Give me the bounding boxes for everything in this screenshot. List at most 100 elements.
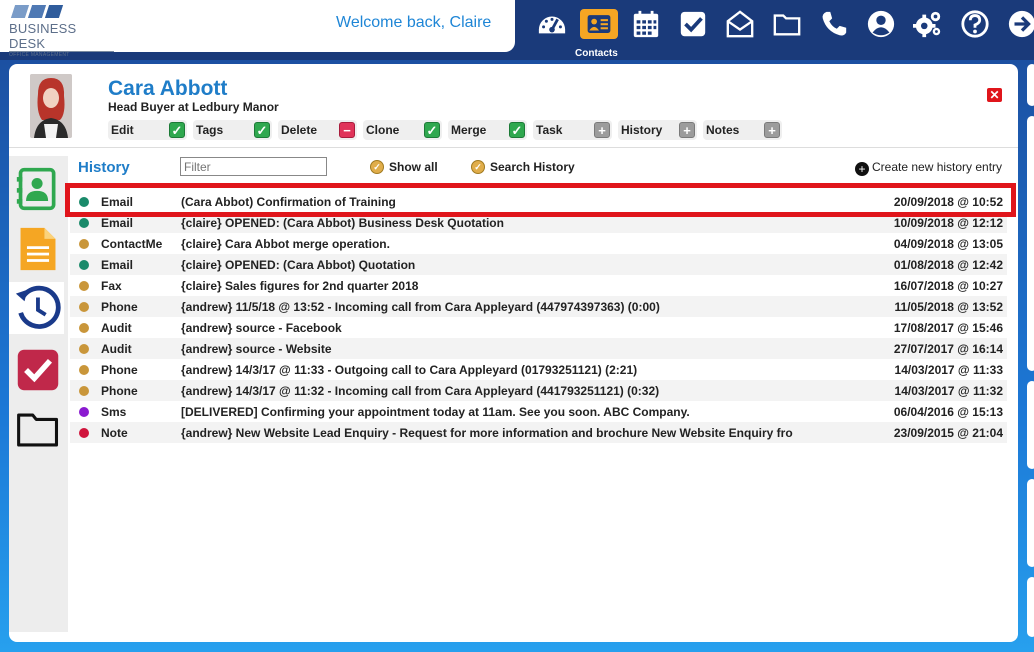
document-icon [20, 227, 56, 271]
row-date: 14/03/2017 @ 11:32 [894, 383, 1003, 398]
table-row[interactable]: Email (Cara Abbot) Confirmation of Traini… [70, 191, 1007, 212]
contact-card-icon [16, 167, 56, 211]
create-history-entry-button[interactable]: + Create new history entry [855, 157, 1002, 176]
show-all-option[interactable]: ✓ Show all [370, 160, 438, 174]
table-row[interactable]: ContactMerge {claire} Cara Abbot merge op… [70, 233, 1007, 254]
files-nav-button[interactable] [763, 4, 810, 44]
table-row[interactable]: Fax {claire} Sales figures for 2nd quarte… [70, 275, 1007, 296]
right-edge-panel [1027, 479, 1034, 567]
sidebar-tasks[interactable] [13, 344, 63, 396]
sidebar-contact-details[interactable] [13, 163, 63, 215]
table-row[interactable]: Phone {andrew} 14/3/17 @ 11:32 - Incoming… [70, 380, 1007, 401]
row-type: Phone [101, 299, 138, 314]
status-dot [79, 406, 89, 417]
status-dot [79, 280, 89, 291]
row-type: Audit [101, 320, 132, 335]
plus-icon: + [594, 122, 610, 138]
phone-nav-button[interactable] [810, 4, 857, 44]
notes-action-button[interactable]: Notes + [703, 120, 782, 140]
row-type: Note [101, 425, 128, 440]
row-date: 11/05/2018 @ 13:52 [894, 299, 1003, 314]
settings-gears-icon [912, 11, 940, 38]
settings-nav-button[interactable] [904, 4, 951, 44]
status-dot [79, 322, 89, 333]
row-date: 06/04/2016 @ 15:13 [893, 404, 1003, 419]
contacts-nav-button[interactable] [575, 4, 622, 44]
plus-icon: + [764, 122, 780, 138]
delete-action-button[interactable]: Delete − [278, 120, 357, 140]
history-filter-input[interactable] [180, 157, 327, 176]
mail-nav-button[interactable] [716, 4, 763, 44]
row-type: Email [101, 257, 134, 272]
row-type: Sms [101, 404, 127, 419]
task-check-icon [17, 349, 59, 391]
check-icon: ✓ [424, 122, 440, 138]
notes-label: Notes [706, 123, 740, 137]
contact-role: Head Buyer at Ledbury Manor [108, 100, 279, 114]
row-description: (Cara Abbot) Confirmation of Training [181, 194, 396, 209]
row-description: {claire} Cara Abbot merge operation. [181, 236, 390, 251]
tasks-nav-button[interactable] [669, 4, 716, 44]
contact-avatar [30, 74, 72, 138]
contact-panel: Cara Abbott Head Buyer at Ledbury Manor … [9, 64, 1018, 642]
row-description: {andrew} 14/3/17 @ 11:32 - Incoming call… [181, 383, 660, 398]
row-type: Email [101, 194, 134, 209]
table-row[interactable]: Note {andrew} New Website Lead Enquiry - … [70, 422, 1007, 443]
history-action-button[interactable]: History + [618, 120, 697, 140]
status-dot [79, 364, 89, 375]
dashboard-nav-button[interactable] [528, 4, 575, 44]
logout-nav-button[interactable] [998, 4, 1034, 44]
task-label: Task [536, 123, 563, 137]
status-dot [79, 427, 89, 438]
status-dot [79, 196, 89, 207]
row-description: {claire} OPENED: (Cara Abbot) Business D… [181, 215, 504, 230]
row-type: Audit [101, 341, 132, 356]
radio-check-icon: ✓ [471, 160, 485, 174]
folder-icon [17, 413, 59, 447]
status-dot [79, 217, 89, 228]
profile-nav-button[interactable] [857, 4, 904, 44]
delete-label: Delete [281, 123, 318, 137]
dashboard-icon [538, 16, 565, 34]
status-dot [79, 385, 89, 396]
table-row[interactable]: Phone {andrew} 14/3/17 @ 11:33 - Outgoing… [70, 359, 1007, 380]
sidebar-history[interactable] [9, 282, 64, 334]
sidebar-documents[interactable] [13, 223, 63, 275]
row-description: {claire} OPENED: (Cara Abbot) Quotation [181, 257, 416, 272]
calendar-nav-button[interactable] [622, 4, 669, 44]
table-row[interactable]: Audit {andrew} source - Facebook 17/08/201… [70, 317, 1007, 338]
status-dot [79, 259, 89, 270]
history-label: History [621, 123, 663, 137]
table-row[interactable]: Email {claire} OPENED: (Cara Abbot) Busin… [70, 212, 1007, 233]
table-row[interactable]: Audit {andrew} source - Website 27/07/2017… [70, 338, 1007, 359]
close-button[interactable]: ✕ [987, 88, 1002, 102]
mail-open-icon [726, 10, 753, 38]
table-row[interactable]: Sms [DELIVERED] Confirming your appointme… [70, 401, 1007, 422]
row-description: {andrew} 11/5/18 @ 13:52 - Incoming call… [181, 299, 660, 314]
table-row[interactable]: Phone {andrew} 11/5/18 @ 13:52 - Incoming… [70, 296, 1007, 317]
tasks-check-icon [680, 11, 705, 37]
row-date: 17/08/2017 @ 15:46 [893, 320, 1003, 335]
row-date: 01/08/2018 @ 12:42 [893, 257, 1003, 272]
task-action-button[interactable]: Task + [533, 120, 612, 140]
status-dot [79, 343, 89, 354]
business-desk-logo[interactable]: BUSINESS DESK OFFICE MANAGEMENT [9, 5, 119, 58]
row-description: {andrew} source - Website [181, 341, 332, 356]
table-row[interactable]: Email {claire} OPENED: (Cara Abbot) Quota… [70, 254, 1007, 275]
clone-action-button[interactable]: Clone ✓ [363, 120, 442, 140]
contact-name: Cara Abbott [108, 77, 228, 100]
user-circle-icon [867, 10, 894, 38]
radio-check-icon: ✓ [370, 160, 384, 174]
tags-label: Tags [196, 123, 224, 137]
edit-action-button[interactable]: Edit ✓ [108, 120, 187, 140]
check-icon: ✓ [254, 122, 270, 138]
merge-action-button[interactable]: Merge ✓ [448, 120, 527, 140]
sidebar-folders[interactable] [13, 404, 63, 456]
row-date: 16/07/2018 @ 10:27 [893, 278, 1003, 293]
plus-circle-icon: + [855, 162, 869, 176]
search-history-option[interactable]: ✓ Search History [471, 160, 575, 174]
tags-action-button[interactable]: Tags ✓ [193, 120, 272, 140]
help-nav-button[interactable] [951, 4, 998, 44]
close-icon: ✕ [989, 88, 1000, 102]
clone-label: Clone [366, 123, 400, 137]
